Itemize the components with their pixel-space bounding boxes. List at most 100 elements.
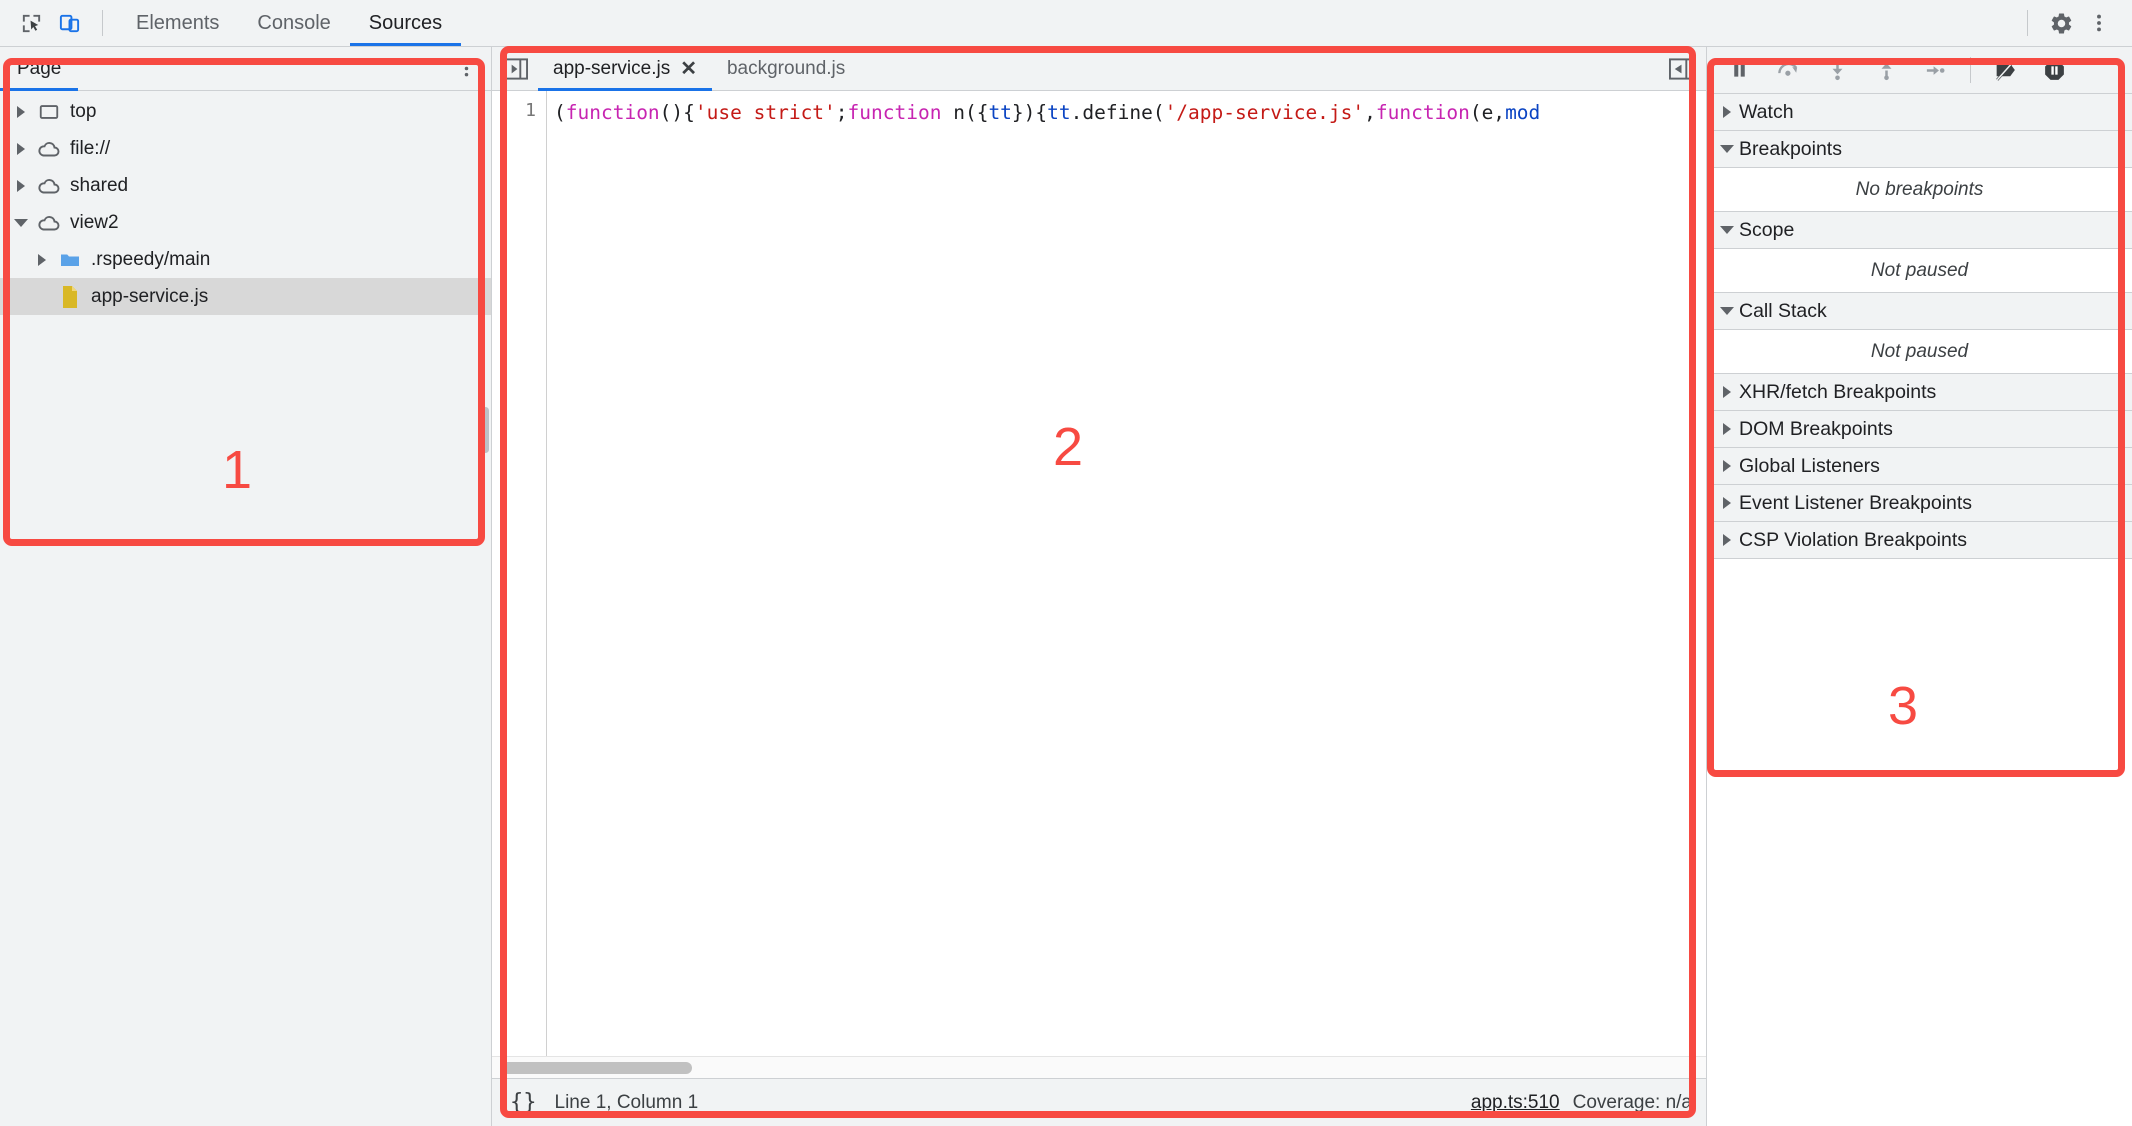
section-title: Watch: [1739, 100, 1794, 123]
chevron-down-icon[interactable]: [8, 218, 34, 227]
step-into-icon[interactable]: [1815, 52, 1860, 88]
chevron-right-icon[interactable]: [1715, 460, 1739, 472]
device-toolbar-icon[interactable]: [50, 6, 88, 40]
devtools-window: Elements Console Sources Page top file:/…: [0, 0, 2132, 1126]
editor-tabbar: app-service.js ✕ background.js: [492, 47, 1706, 91]
code-token: tt: [1047, 101, 1071, 124]
navigator-scrollbar[interactable]: [482, 407, 489, 453]
code-token: n({: [941, 101, 989, 124]
breakpoints-empty-message: No breakpoints: [1707, 168, 2132, 212]
cursor-position: Line 1, Column 1: [554, 1091, 699, 1113]
tree-item-label: top: [70, 100, 97, 122]
code-token: function: [565, 101, 660, 124]
chevron-right-icon[interactable]: [1715, 106, 1739, 118]
chevron-down-icon[interactable]: [1715, 307, 1739, 315]
tree-item-label: view2: [70, 211, 119, 233]
folder-icon: [55, 248, 85, 272]
chevron-right-icon[interactable]: [8, 142, 34, 155]
section-csp-violation-breakpoints[interactable]: CSP Violation Breakpoints: [1707, 522, 2132, 559]
tree-item-label: shared: [70, 174, 129, 196]
deactivate-breakpoints-icon[interactable]: [1983, 52, 2028, 88]
chevron-right-icon[interactable]: [1715, 386, 1739, 398]
tree-item-top[interactable]: top: [0, 93, 491, 130]
debugger-sidebar: Watch Breakpoints No breakpoints Scope N…: [1707, 47, 2132, 1126]
chevron-down-icon[interactable]: [1715, 226, 1739, 234]
pretty-print-button[interactable]: {}: [510, 1090, 537, 1115]
step-icon[interactable]: [1913, 52, 1958, 88]
scope-empty-message: Not paused: [1707, 249, 2132, 293]
editor-tab-app-service-js[interactable]: app-service.js ✕: [538, 47, 712, 91]
coverage-label: Coverage: n/a: [1572, 1091, 1692, 1113]
pause-on-exceptions-icon[interactable]: [2032, 52, 2077, 88]
code-viewer[interactable]: 1 (function(){'use strict';function n({t…: [492, 91, 1706, 1056]
navigator-tab-page[interactable]: Page: [0, 47, 79, 91]
editor-tab-label: background.js: [726, 57, 846, 79]
step-over-icon[interactable]: [1766, 52, 1811, 88]
chevron-right-icon[interactable]: [8, 105, 34, 118]
chevron-right-icon[interactable]: [1715, 423, 1739, 435]
chevron-right-icon[interactable]: [8, 179, 34, 192]
more-vertical-icon[interactable]: [2080, 6, 2118, 40]
code-token: .define(: [1070, 101, 1165, 124]
source-code-line[interactable]: (function(){'use strict';function n({tt}…: [547, 91, 1706, 1056]
tree-item-label: app-service.js: [91, 285, 209, 307]
tree-item-shared[interactable]: shared: [0, 167, 491, 204]
source-map-link[interactable]: app.ts:510: [1471, 1092, 1560, 1114]
editor-body: 1 (function(){'use strict';function n({t…: [492, 91, 1706, 1078]
tab-sources[interactable]: Sources: [349, 0, 462, 46]
section-title: XHR/fetch Breakpoints: [1739, 380, 1937, 403]
section-watch[interactable]: Watch: [1707, 94, 2132, 131]
chevron-down-icon[interactable]: [1715, 145, 1739, 153]
tab-elements[interactable]: Elements: [117, 0, 238, 46]
toolbar-right-group: [2013, 6, 2118, 40]
section-scope[interactable]: Scope: [1707, 212, 2132, 249]
code-token: function: [1375, 101, 1470, 124]
step-out-icon[interactable]: [1864, 52, 1909, 88]
tree-item-app-service-js[interactable]: app-service.js: [0, 278, 491, 315]
call-stack-empty-message: Not paused: [1707, 330, 2132, 374]
file-js-icon: [55, 285, 85, 309]
section-title: Event Listener Breakpoints: [1739, 491, 1973, 514]
show-navigator-icon[interactable]: [492, 57, 538, 80]
section-breakpoints[interactable]: Breakpoints: [1707, 131, 2132, 168]
section-xhr-fetch-breakpoints[interactable]: XHR/fetch Breakpoints: [1707, 374, 2132, 411]
toolbar-divider: [102, 10, 103, 36]
line-number-gutter: 1: [492, 91, 547, 1056]
tree-item-label: file://: [70, 137, 111, 159]
code-token: }){: [1011, 101, 1048, 124]
section-title: Scope: [1739, 218, 1795, 241]
editor-horizontal-scrollbar[interactable]: [492, 1056, 1706, 1078]
tree-item-view2[interactable]: view2: [0, 204, 491, 241]
file-tree[interactable]: top file:// shared view2 .rspeedy/main a…: [0, 91, 491, 1126]
section-event-listener-breakpoints[interactable]: Event Listener Breakpoints: [1707, 485, 2132, 522]
code-token: (){: [659, 101, 695, 124]
editor-tab-background-js[interactable]: background.js: [712, 47, 860, 90]
tree-item-rspeedy-main[interactable]: .rspeedy/main: [0, 241, 491, 278]
close-icon[interactable]: ✕: [680, 59, 697, 79]
section-dom-breakpoints[interactable]: DOM Breakpoints: [1707, 411, 2132, 448]
chevron-right-icon[interactable]: [29, 253, 55, 266]
chevron-right-icon[interactable]: [1715, 534, 1739, 546]
inspect-element-icon[interactable]: [12, 6, 50, 40]
navigator-tab-page-label: Page: [17, 57, 62, 79]
code-token: mod: [1505, 101, 1541, 124]
section-title: DOM Breakpoints: [1739, 417, 1893, 440]
section-global-listeners[interactable]: Global Listeners: [1707, 448, 2132, 485]
tree-item-file-protocol[interactable]: file://: [0, 130, 491, 167]
show-debugger-icon[interactable]: [1669, 57, 1694, 80]
toolbar-divider-right: [2027, 10, 2028, 36]
chevron-right-icon[interactable]: [1715, 497, 1739, 509]
tree-item-label: .rspeedy/main: [91, 248, 211, 270]
section-call-stack[interactable]: Call Stack: [1707, 293, 2132, 330]
pause-script-icon[interactable]: [1717, 52, 1762, 88]
more-vertical-icon[interactable]: [456, 58, 477, 79]
line-number: 1: [525, 100, 536, 121]
tab-console[interactable]: Console: [238, 0, 349, 46]
section-title: Global Listeners: [1739, 454, 1880, 477]
cloud-icon: [34, 174, 64, 198]
debugger-toolbar-divider: [1970, 57, 1971, 83]
code-token: ,: [1364, 101, 1376, 124]
scrollbar-thumb[interactable]: [502, 1061, 692, 1074]
devtools-main-toolbar: Elements Console Sources: [0, 0, 2132, 47]
gear-icon[interactable]: [2042, 6, 2080, 40]
